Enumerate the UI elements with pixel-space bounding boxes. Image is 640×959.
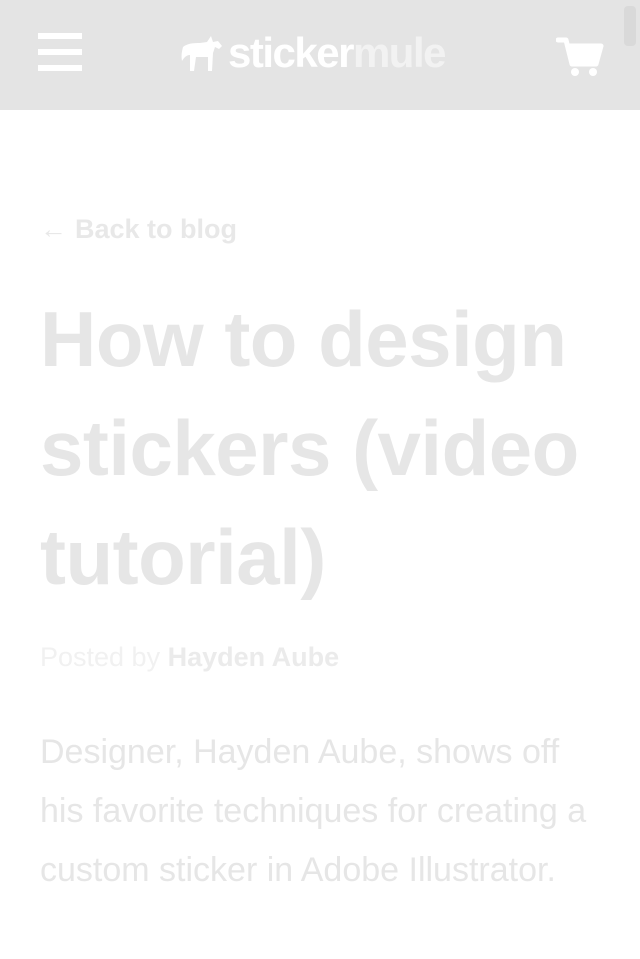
hamburger-menu-icon[interactable] [38,33,82,73]
back-to-blog-label: Back to blog [75,214,238,244]
article-intro: Designer, Hayden Aube, shows off his fav… [40,733,587,889]
left-arrow-icon: ← [40,214,67,244]
logo-link[interactable]: sticker mule [180,29,447,76]
scrollbar-thumb[interactable] [624,6,636,46]
logo-text-mule: mule [352,29,447,76]
logo-text-sticker: sticker [228,29,354,76]
top-header: sticker mule [0,0,640,110]
author-link[interactable]: Hayden Aube [168,642,340,672]
byline: Posted by Hayden Aube [40,640,339,674]
mule-logo-icon [180,33,224,73]
article-title: How to design stickers (video tutorial) [40,295,579,601]
back-to-blog-link[interactable]: ← Back to blog [40,212,237,246]
cart-icon[interactable] [555,36,604,78]
posted-by-label: Posted by [40,642,161,672]
